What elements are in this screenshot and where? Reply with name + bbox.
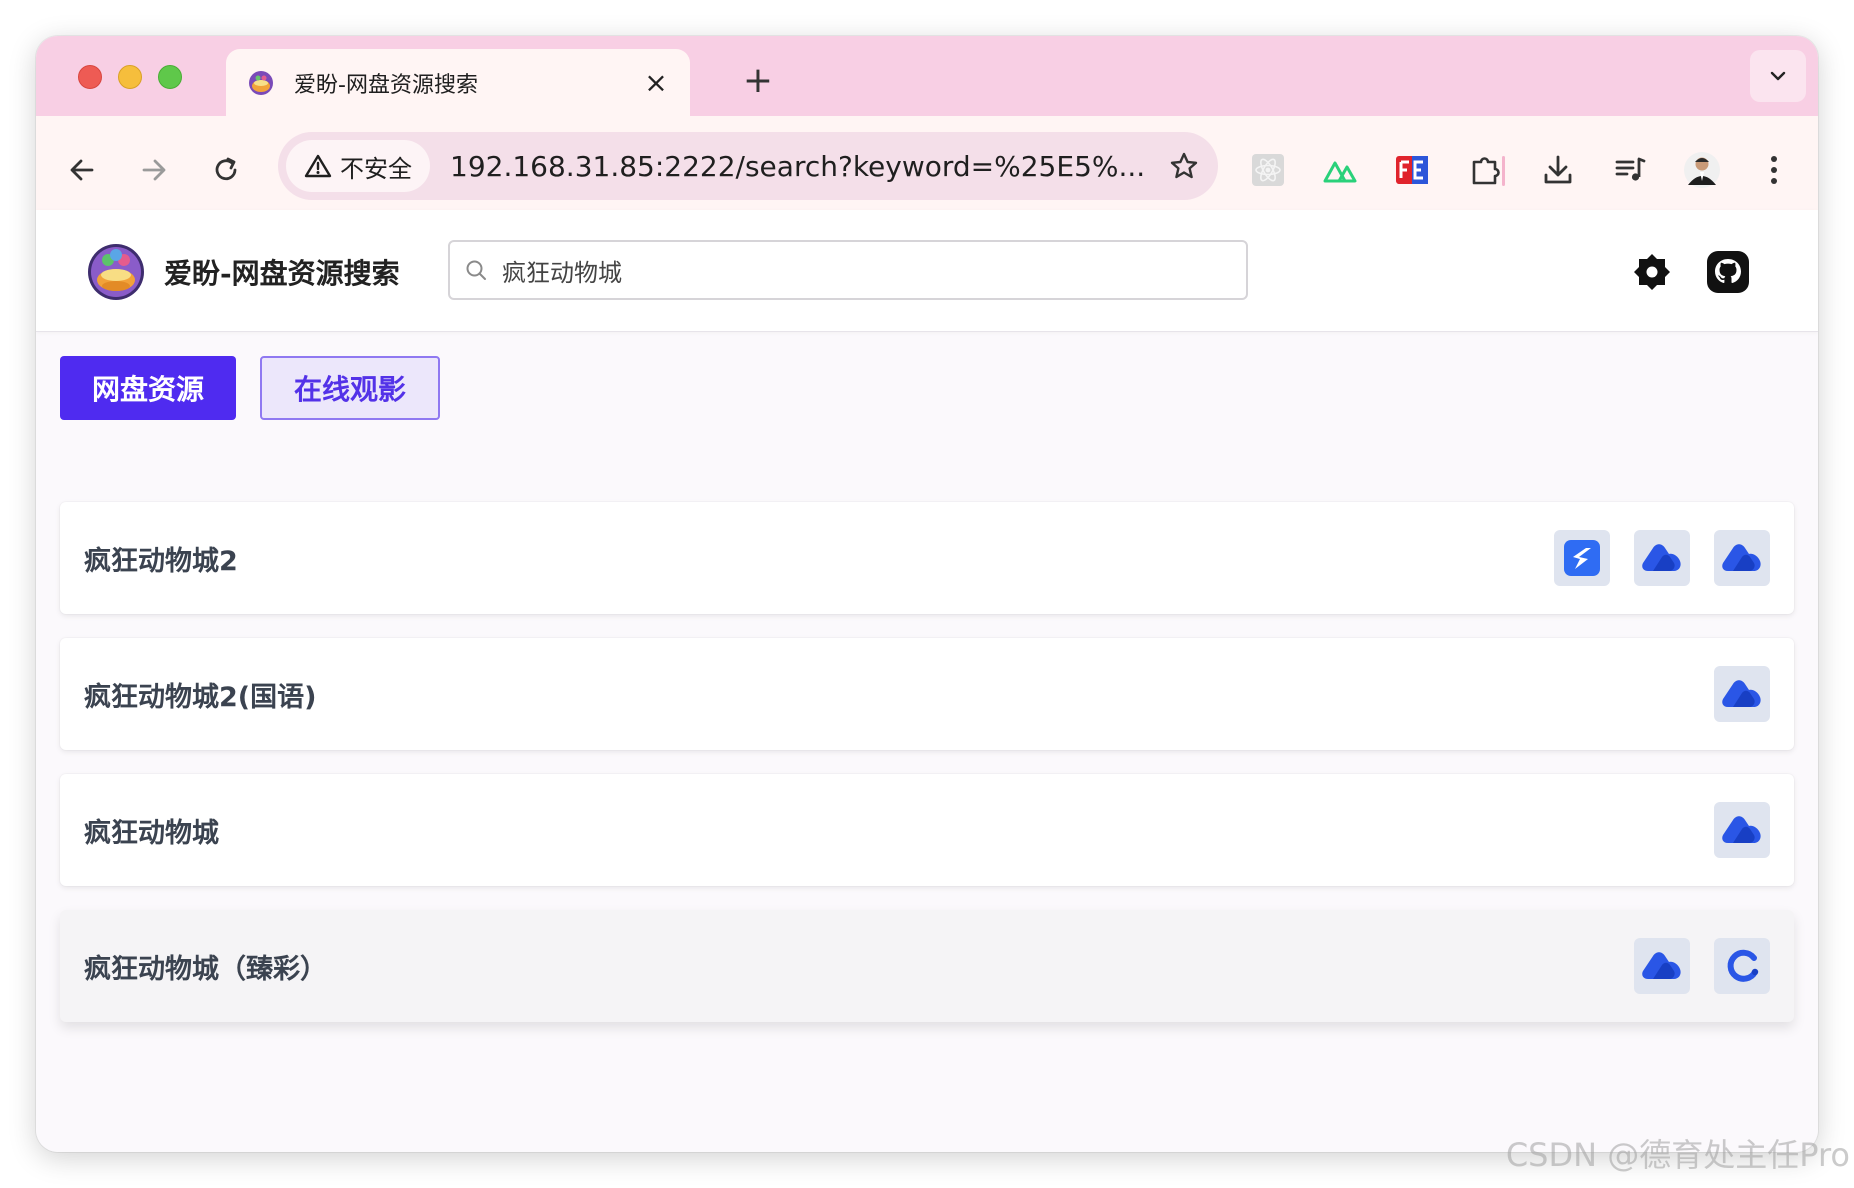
- media-control-button[interactable]: [1604, 144, 1656, 196]
- cloud-drive-source-button[interactable]: [1634, 530, 1690, 586]
- cloud-drive-icon: [1722, 680, 1761, 707]
- cloud-drive-icon: [1722, 816, 1761, 843]
- star-icon: [1170, 152, 1198, 179]
- cloud-drive-icon: [1722, 544, 1761, 571]
- cloud-drive-icon: [1642, 544, 1681, 571]
- forward-button[interactable]: [128, 144, 180, 196]
- new-tab-button[interactable]: +: [736, 58, 780, 102]
- cloud-drive-source-button[interactable]: [1634, 938, 1690, 994]
- arrow-right-icon: [142, 159, 166, 181]
- page-content: 爱盼-网盘资源搜索 疯狂动物城 网盘资源 在线观影 疯狂动物城2 疯狂动物城2(…: [36, 210, 1818, 1152]
- github-icon: [1707, 251, 1749, 293]
- nuxt-devtools-extension[interactable]: [1314, 144, 1366, 196]
- reload-icon: [215, 157, 237, 181]
- github-link[interactable]: [1706, 250, 1750, 294]
- result-item[interactable]: 疯狂动物城2(国语): [60, 638, 1794, 750]
- site-logo[interactable]: [86, 242, 146, 302]
- watermark: CSDN @德育处主任Pro: [1505, 1136, 1850, 1174]
- site-header: 爱盼-网盘资源搜索: [36, 210, 1818, 332]
- browser-window: 爱盼-网盘资源搜索 × + 不安全 192.168.31.85:2222/sea…: [36, 36, 1818, 1152]
- search-box[interactable]: [448, 240, 1248, 300]
- search-input[interactable]: [502, 256, 1246, 284]
- tab-strip: 爱盼-网盘资源搜索 × +: [36, 36, 1818, 116]
- ring-drive-source-button[interactable]: [1714, 938, 1770, 994]
- security-label: 不安全: [340, 154, 412, 183]
- cloud-drive-source-button[interactable]: [1714, 802, 1770, 858]
- avatar: [1684, 152, 1720, 188]
- profile-avatar-button[interactable]: [1676, 144, 1728, 196]
- tab-search-button[interactable]: [1750, 50, 1806, 102]
- close-window-button[interactable]: [78, 65, 102, 89]
- result-title: 疯狂动物城2(国语): [84, 681, 317, 713]
- result-title: 疯狂动物城: [84, 817, 219, 849]
- tab-title: 爱盼-网盘资源搜索: [294, 72, 478, 98]
- xunlei-icon: [1564, 540, 1600, 576]
- maximize-window-button[interactable]: [158, 65, 182, 89]
- arrow-left-icon: [70, 159, 94, 181]
- react-icon: [1252, 154, 1284, 186]
- site-title: 爱盼-网盘资源搜索: [164, 257, 400, 290]
- cloud-drive-source-button[interactable]: [1714, 530, 1770, 586]
- result-item[interactable]: 疯狂动物城2: [60, 502, 1794, 614]
- browser-tab[interactable]: 爱盼-网盘资源搜索 ×: [226, 49, 690, 116]
- bookmark-star-button[interactable]: [1156, 138, 1212, 194]
- site-favicon-icon: [249, 70, 273, 95]
- fe-helper-icon: [1396, 156, 1428, 184]
- result-item[interactable]: 疯狂动物城: [60, 774, 1794, 886]
- tab-close-button[interactable]: ×: [636, 63, 676, 103]
- warning-icon: [304, 154, 332, 178]
- react-devtools-extension[interactable]: [1242, 144, 1294, 196]
- playlist-music-icon: [1615, 157, 1646, 181]
- settings-button[interactable]: [1630, 250, 1674, 294]
- tab-cloud-resources[interactable]: 网盘资源: [60, 356, 237, 420]
- ring-drive-icon: [1727, 949, 1759, 982]
- result-item[interactable]: 疯狂动物城（臻彩）: [60, 910, 1794, 1022]
- gear-icon: [1634, 254, 1670, 290]
- url-text[interactable]: 192.168.31.85:2222/search?keyword=%25E5%…: [450, 150, 1156, 183]
- chevron-down-icon: [1770, 71, 1786, 81]
- results-list: 疯狂动物城2 疯狂动物城2(国语) 疯狂动物城 疯狂动物城（臻彩）: [60, 502, 1794, 1046]
- download-icon: [1544, 155, 1572, 184]
- downloads-button[interactable]: [1532, 144, 1584, 196]
- result-title: 疯狂动物城2: [84, 545, 238, 577]
- toolbar-divider: [1502, 156, 1505, 186]
- cloud-drive-icon: [1642, 952, 1681, 979]
- minimize-window-button[interactable]: [118, 65, 142, 89]
- tab-online-watch[interactable]: 在线观影: [260, 356, 441, 420]
- nuxt-icon: [1323, 161, 1357, 183]
- security-indicator[interactable]: 不安全: [286, 140, 430, 192]
- reload-button[interactable]: [200, 144, 252, 196]
- address-bar[interactable]: 不安全 192.168.31.85:2222/search?keyword=%2…: [278, 132, 1218, 200]
- search-icon: [462, 256, 490, 284]
- browser-menu-button[interactable]: [1748, 144, 1800, 196]
- cloud-drive-source-button[interactable]: [1714, 666, 1770, 722]
- back-button[interactable]: [56, 144, 108, 196]
- more-vertical-icon: [1771, 156, 1777, 184]
- puzzle-piece-icon: [1472, 157, 1500, 185]
- resource-tabs: 网盘资源 在线观影: [60, 356, 441, 420]
- result-title: 疯狂动物城（臻彩）: [84, 953, 327, 985]
- xunlei-source-button[interactable]: [1554, 530, 1610, 586]
- fe-helper-extension[interactable]: [1386, 144, 1438, 196]
